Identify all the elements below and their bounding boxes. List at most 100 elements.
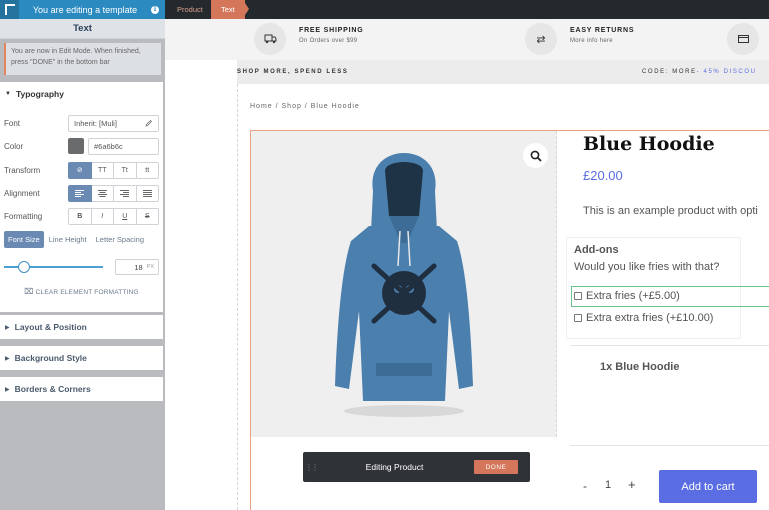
clear-formatting-label: CLEAR ELEMENT FORMATTING [35,289,139,296]
editing-bar-label: Editing Product [365,462,424,472]
free-shipping-title: FREE SHIPPING [299,27,364,34]
bold-button[interactable]: B [68,207,92,225]
italic-button[interactable]: I [91,207,114,225]
truck-icon [254,23,286,55]
addons-heading: Add-ons [574,244,619,256]
easy-returns-subtitle: More info here [570,38,613,44]
transform-label: Transform [4,165,41,175]
shipping-bar: FREE SHIPPING On Orders over $99 ⇄ EASY … [165,19,769,60]
promo-bar: SHOP MORE, SPEND LESS CODE: MORE- 45% DI… [237,60,769,84]
promo-code-label: CODE: MORE [642,69,697,75]
done-button[interactable]: DONE [474,460,518,474]
align-center-button[interactable] [91,184,114,202]
tab-letter-spacing[interactable]: Letter Spacing [92,231,148,248]
color-row: Color #6a6b6c [4,137,159,155]
layout-position-accordion[interactable]: ▶ Layout & Position [0,315,163,339]
transform-lowercase-button[interactable]: tt [136,161,159,179]
promo-code-discount: - 45% DISCOU [696,69,757,75]
font-size-slider[interactable] [4,261,103,273]
alignment-options [68,184,159,202]
editor-section-title: Text [0,19,165,39]
transform-row: Transform ⊘ TT Tt tt [4,161,159,179]
site-preview: Product Text FREE SHIPPING On Orders ove… [165,0,769,510]
magnifier-icon [530,150,542,162]
font-size-slider-handle[interactable] [17,261,30,273]
edit-mode-notice: You are now in Edit Mode. When finished,… [4,43,161,75]
pencil-icon[interactable] [145,119,153,127]
card-icon [727,23,759,55]
font-size-unit: PX [146,264,154,270]
align-left-icon [75,189,85,197]
tab-font-size[interactable]: Font Size [4,231,44,248]
color-value: #6a6b6c [94,141,123,151]
tab-line-height[interactable]: Line Height [45,231,91,248]
transform-none-button[interactable]: ⊘ [68,161,92,179]
product-image[interactable] [251,131,557,437]
crumb-text[interactable]: Text [211,0,245,19]
quantity-decrease-button[interactable]: - [583,479,587,493]
color-swatch[interactable] [68,138,84,154]
transform-capitalize-button[interactable]: Tt [114,161,137,179]
editor-header-title: You are editing a template [32,4,138,15]
layout-position-label: Layout & Position [14,322,87,332]
checkbox[interactable] [574,314,582,322]
alignment-label: Alignment [4,188,40,198]
align-right-icon [120,189,130,197]
align-left-button[interactable] [68,184,92,202]
page-breadcrumb[interactable]: Home / Shop / Blue Hoodie [250,103,360,110]
formatting-options: B I U S [68,207,159,225]
caret-down-icon: ▼ [5,91,11,97]
formatting-row: Formatting B I U S [4,207,159,225]
info-icon[interactable]: i [151,5,159,14]
quantity-increase-button[interactable]: + [628,477,636,492]
underline-button[interactable]: U [114,207,137,225]
editor-header: You are editing a template i [0,0,165,19]
clear-formatting-button[interactable]: ⌧ CLEAR ELEMENT FORMATTING [0,287,163,296]
crumb-product[interactable]: Product [165,0,203,19]
background-style-label: Background Style [14,353,87,363]
product-price: £20.00 [583,168,623,183]
caret-right-icon: ▶ [5,355,10,362]
product-description: This is an example product with opti [583,205,758,217]
clear-format-icon: ⌧ [24,287,34,296]
app-logo-icon[interactable] [0,0,19,19]
transform-uppercase-button[interactable]: TT [91,161,114,179]
transform-options: ⊘ TT Tt tt [68,161,159,179]
align-right-button[interactable] [114,184,137,202]
align-center-icon [97,189,107,197]
align-justify-button[interactable] [136,184,159,202]
color-label: Color [4,141,24,151]
formatting-label: Formatting [4,211,43,221]
crumb-arrow [243,0,249,18]
color-field[interactable]: #6a6b6c [88,137,159,155]
font-field[interactable]: Inherit: [Muli] [68,114,159,132]
easy-returns-title: EASY RETURNS [570,27,635,34]
alignment-row: Alignment [4,184,159,202]
background-style-accordion[interactable]: ▶ Background Style [0,346,163,370]
editor-panel: You are editing a template i Text You ar… [0,0,165,510]
promo-text: SHOP MORE, SPEND LESS [237,69,349,75]
size-tabs: Font Size Line Height Letter Spacing [4,231,159,248]
promo-code: CODE: MORE- 45% DISCOU [642,60,757,84]
font-row: Font Inherit: [Muli] [4,114,159,132]
add-to-cart-button[interactable]: Add to cart [659,470,757,503]
typography-accordion-header[interactable]: ▼ Typography [0,82,163,106]
editing-bar: ⋮⋮ Editing Product DONE [303,452,530,482]
product-title[interactable]: Blue Hoodie [583,133,715,155]
strikethrough-button[interactable]: S [136,207,159,225]
borders-corners-label: Borders & Corners [14,384,91,394]
hovered-element-outline [571,286,769,307]
divider [570,445,769,446]
caret-right-icon: ▶ [5,386,10,393]
addons-question: Would you like fries with that? [574,261,720,273]
quantity-input[interactable]: 1 [605,479,611,491]
font-size-input[interactable]: 18 PX [115,259,159,275]
free-shipping-subtitle: On Orders over $99 [299,38,358,44]
zoom-button[interactable] [523,143,548,168]
drag-handle-icon[interactable]: ⋮⋮ [305,463,319,472]
exchange-icon: ⇄ [525,23,557,55]
font-label: Font [4,118,21,128]
borders-corners-accordion[interactable]: ▶ Borders & Corners [0,377,163,401]
divider [570,345,769,346]
addon-option-extra-extra-fries[interactable]: Extra extra fries (+£10.00) [574,310,713,326]
